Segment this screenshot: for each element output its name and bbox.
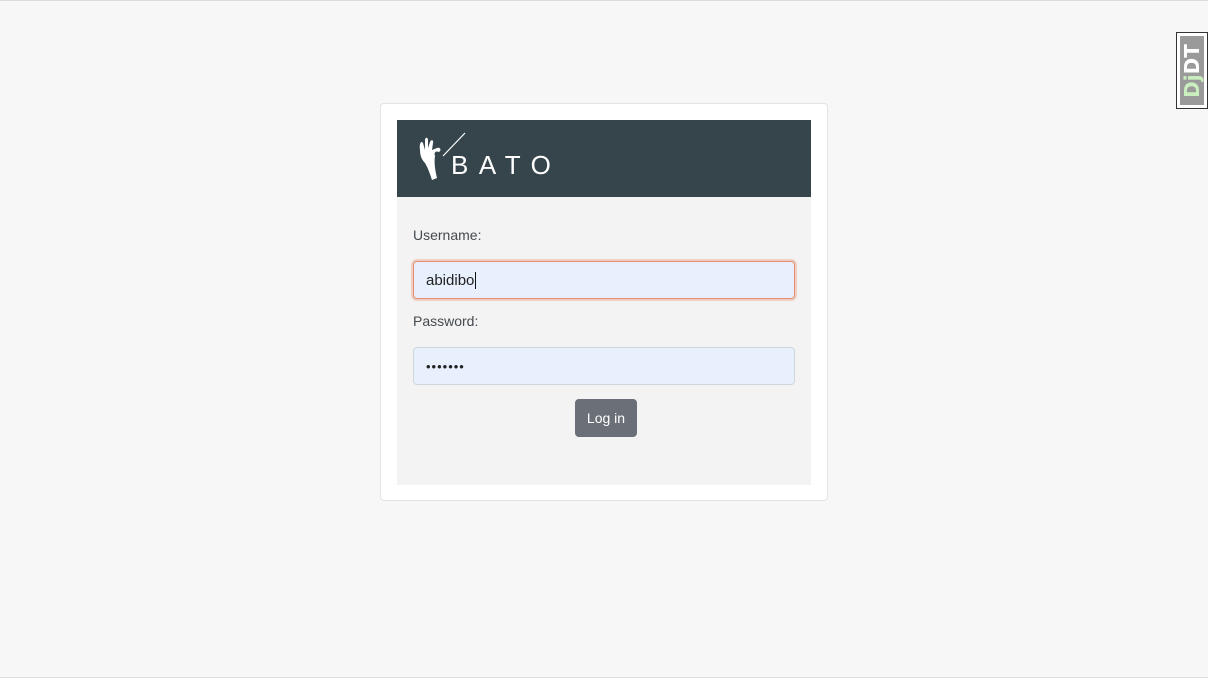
password-input[interactable]: ••••••• (413, 347, 795, 385)
username-input[interactable]: abidibo (413, 261, 795, 299)
password-label: Password: (413, 313, 479, 329)
conductor-hand-icon (419, 137, 441, 180)
baton-logo: BATON (419, 132, 553, 180)
login-page: BATON Username: abidibo Password: ••••••… (0, 0, 1208, 678)
debug-toolbar-handle-inner: DjDT (1180, 36, 1204, 105)
username-label: Username: (413, 227, 482, 243)
text-caret (475, 271, 477, 289)
login-button[interactable]: Log in (575, 399, 637, 437)
debug-toolbar-label: DjDT (1180, 43, 1204, 98)
brand-header: BATON (397, 120, 811, 197)
login-form: Username: abidibo Password: ••••••• Log … (397, 197, 811, 485)
login-button-label: Log in (586, 410, 626, 426)
username-value: abidibo (426, 271, 475, 289)
brand-name: BATON (451, 150, 553, 180)
debug-toolbar-handle[interactable]: DjDT (1176, 32, 1208, 109)
login-card: BATON Username: abidibo Password: ••••••… (380, 103, 828, 501)
password-masked-value: ••••••• (426, 358, 465, 374)
